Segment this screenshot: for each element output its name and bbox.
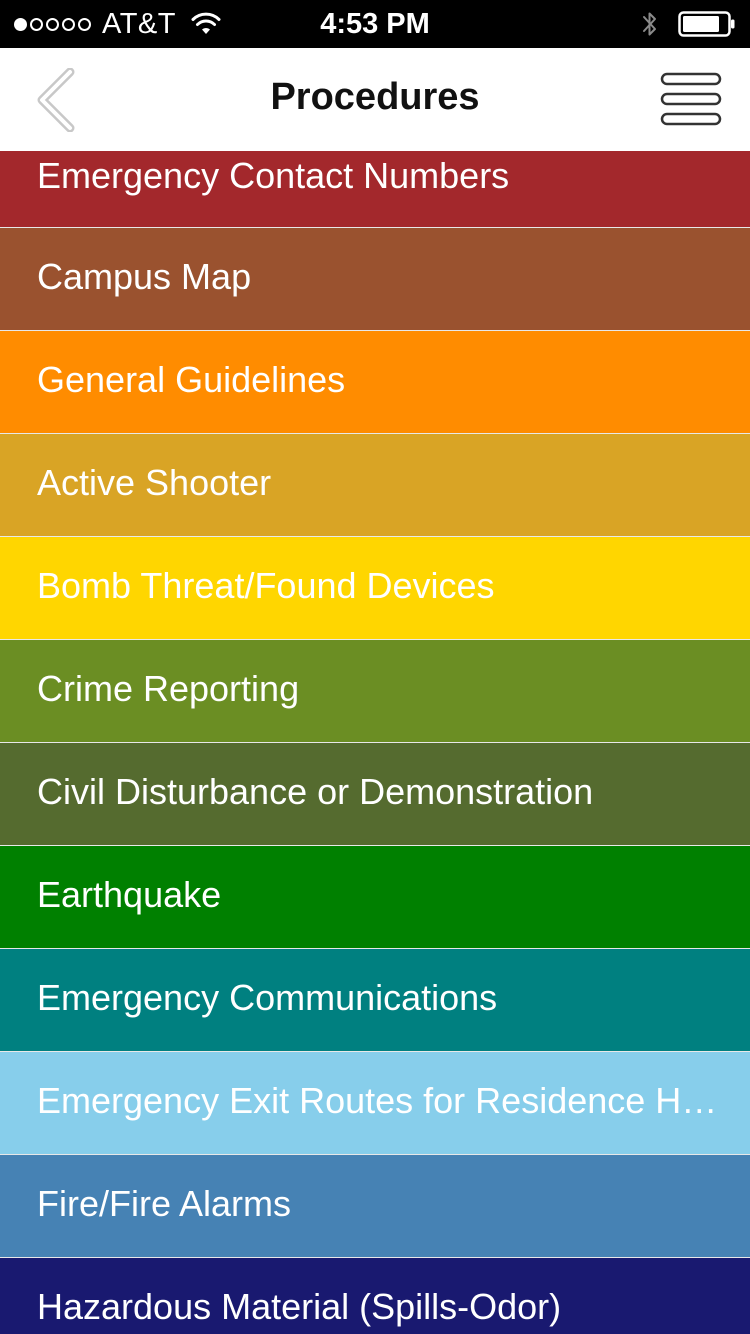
screen: AT&T 4:53 PM Procedures Emergency Contac… (0, 0, 750, 1334)
hamburger-menu-icon (660, 72, 722, 126)
list-item-emergency-communications[interactable]: Emergency Communications (0, 949, 750, 1052)
list-item-label: Emergency Contact Numbers (37, 155, 510, 196)
list-item-emergency-exit-routes[interactable]: Emergency Exit Routes for Residence Hall… (0, 1052, 750, 1155)
procedures-list: Emergency Contact Numbers Campus Map Gen… (0, 151, 750, 1334)
list-item-general-guidelines[interactable]: General Guidelines (0, 331, 750, 434)
list-item-emergency-contact-numbers[interactable]: Emergency Contact Numbers (0, 151, 750, 228)
list-item-label: Earthquake (37, 874, 222, 915)
list-item-fire-alarms[interactable]: Fire/Fire Alarms (0, 1155, 750, 1258)
list-item-label: Crime Reporting (37, 668, 300, 709)
navigation-bar: Procedures (0, 48, 750, 151)
list-item-civil-disturbance[interactable]: Civil Disturbance or Demonstration (0, 743, 750, 846)
list-item-label: Active Shooter (37, 462, 272, 503)
list-item-label: Fire/Fire Alarms (37, 1183, 292, 1224)
list-item-label: Emergency Communications (37, 977, 498, 1018)
list-item-active-shooter[interactable]: Active Shooter (0, 434, 750, 537)
list-item-hazardous-material[interactable]: Hazardous Material (Spills-Odor) (0, 1258, 750, 1334)
bluetooth-icon (643, 12, 656, 36)
menu-button[interactable] (660, 72, 722, 126)
list-item-campus-map[interactable]: Campus Map (0, 228, 750, 331)
list-item-earthquake[interactable]: Earthquake (0, 846, 750, 949)
list-item-label: Emergency Exit Routes for Residence Hall… (37, 1080, 720, 1121)
battery-icon (678, 11, 735, 37)
list-item-label: General Guidelines (37, 359, 346, 400)
page-title: Procedures (270, 76, 480, 118)
status-right (640, 8, 736, 40)
status-time: 4:53 PM (320, 8, 430, 40)
list-item-label: Campus Map (37, 256, 252, 297)
list-item-bomb-threat[interactable]: Bomb Threat/Found Devices (0, 537, 750, 640)
list-item-label: Bomb Threat/Found Devices (37, 565, 495, 606)
list-item-label: Hazardous Material (Spills-Odor) (37, 1286, 562, 1327)
list-item-label: Civil Disturbance or Demonstration (37, 771, 594, 812)
list-item-crime-reporting[interactable]: Crime Reporting (0, 640, 750, 743)
status-bar: AT&T 4:53 PM (0, 0, 750, 48)
